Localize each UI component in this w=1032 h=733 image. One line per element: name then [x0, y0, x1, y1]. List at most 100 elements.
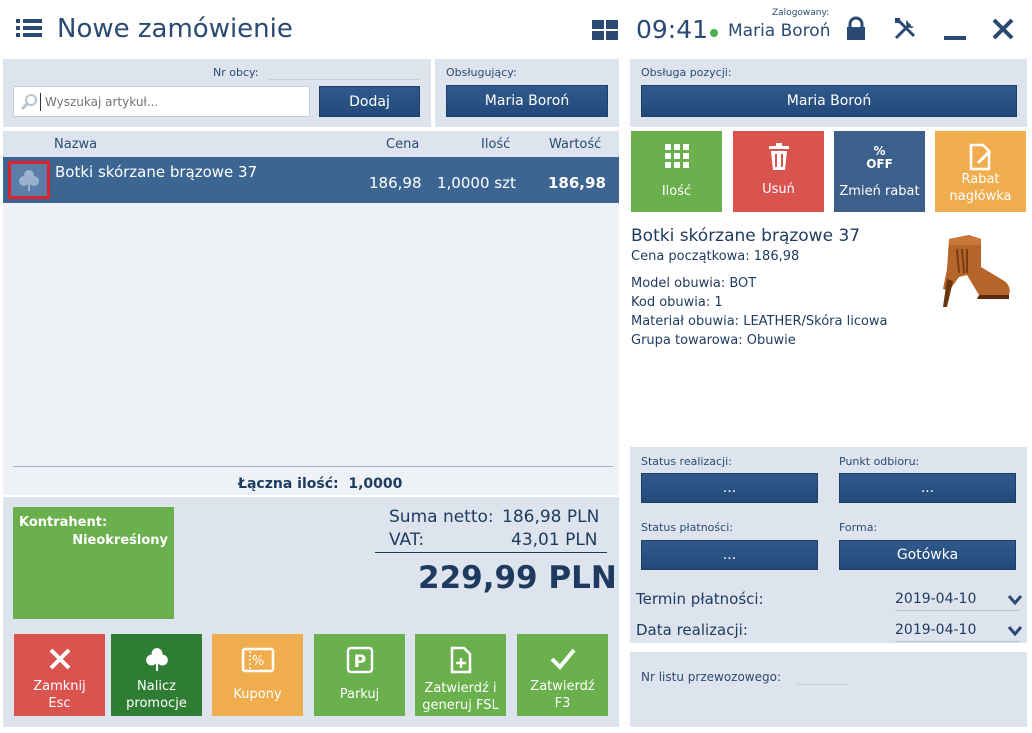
waybill-label: Nr listu przewozowego: [641, 670, 781, 684]
add-button[interactable]: Dodaj [319, 86, 420, 117]
product-title: Botki skórzane brązowe 37 [631, 226, 861, 246]
header-discount-label: Rabat [961, 172, 1000, 187]
divider [13, 466, 613, 467]
obsluga-select[interactable]: Maria Boroń [641, 85, 1017, 117]
confirm-shortcut: F3 [554, 696, 571, 711]
product-group: Grupa towarowa: Obuwie [631, 333, 796, 348]
nr-obcy-label: Nr obcy: [213, 66, 259, 79]
close-order-label: Zamknij [33, 679, 86, 694]
product-start-price: Cena początkowa: 186,98 [631, 249, 800, 264]
trash-icon [768, 143, 789, 170]
tiles-icon[interactable] [592, 20, 618, 40]
obslugujacy-label: Obsługujący: [446, 66, 517, 79]
row-price: 186,98 [369, 174, 422, 192]
parking-icon: P [346, 646, 373, 674]
search-input-box[interactable] [13, 86, 310, 117]
svg-text:%: % [251, 654, 263, 669]
product-material: Materiał obuwia: LEATHER/Skóra licowa [631, 314, 888, 329]
items-body [3, 203, 619, 495]
apply-promotions-label2: promocje [126, 696, 187, 711]
data-realizacji-underline [895, 641, 1020, 642]
waybill-input[interactable] [796, 684, 848, 685]
close-order-button[interactable]: Zamknij Esc [14, 634, 105, 716]
product-code: Kod obuwia: 1 [631, 295, 723, 310]
status-platnosci-select[interactable]: ... [641, 540, 818, 570]
header-discount-button[interactable]: Rabat nagłówka [935, 131, 1026, 212]
row-name: Botki skórzane brązowe 37 [55, 163, 258, 181]
quantity-label: Ilość [661, 184, 692, 199]
search-icon [20, 93, 38, 111]
hamburger-menu-icon[interactable] [16, 18, 42, 38]
obsluga-label: Obsługa pozycji: [641, 66, 732, 79]
product-model: Model obuwia: BOT [631, 276, 757, 291]
confirm-fsl-label2: generuj FSL [422, 698, 499, 713]
check-icon [550, 648, 576, 670]
data-realizacji-label: Data realizacji: [636, 621, 748, 639]
apply-promotions-button[interactable]: Nalicz promocje [111, 634, 202, 716]
confirm-button[interactable]: Zatwierdź F3 [517, 634, 608, 716]
col-header-value[interactable]: Wartość [549, 137, 601, 152]
park-button[interactable]: P Parkuj [314, 634, 405, 716]
park-label: Parkuj [339, 687, 380, 702]
confirm-generate-fsl-button[interactable]: Zatwierdź i generuj FSL [415, 634, 506, 716]
status-realizacji-label: Status realizacji: [641, 455, 732, 468]
total-qty: Łączna ilość: 1,0000 [238, 476, 402, 492]
change-discount-label: Zmień rabat [839, 184, 920, 199]
chevron-down-icon[interactable] [1007, 591, 1023, 610]
coupon-icon: % [241, 647, 274, 673]
nr-obcy-field[interactable] [268, 79, 420, 80]
netto-value: 186,98 PLN [502, 507, 600, 527]
status-realizacji-select[interactable]: ... [641, 473, 818, 503]
waybill-panel [630, 652, 1027, 727]
logged-in-user: Maria Boroń [728, 21, 831, 41]
page-title: Nowe zamówienie [57, 14, 293, 44]
x-icon [49, 648, 70, 670]
kontrahent-value: Nieokreślony [72, 533, 168, 548]
new-document-icon [450, 646, 471, 674]
search-input[interactable] [45, 94, 300, 109]
promo-clover-icon[interactable] [8, 161, 50, 199]
total-qty-label: Łączna ilość: [238, 476, 339, 492]
clover-icon [145, 648, 168, 671]
chevron-down-icon[interactable] [1007, 622, 1023, 641]
vat-label: VAT: [389, 530, 425, 550]
forma-label: Forma: [839, 521, 878, 534]
obslugujacy-select[interactable]: Maria Boroń [446, 85, 608, 117]
termin-value[interactable]: 2019-04-10 [895, 591, 976, 607]
row-qty: 1,0000 szt [437, 174, 516, 192]
header-discount-label2: nagłówka [949, 189, 1012, 204]
apply-promotions-label: Nalicz [137, 679, 176, 694]
total-qty-value: 1,0000 [348, 476, 403, 492]
kontrahent-label: Kontrahent: [19, 515, 108, 530]
online-status-icon [710, 29, 718, 37]
col-header-qty[interactable]: Ilość [481, 137, 510, 152]
delete-label: Usuń [762, 182, 795, 197]
confirm-label: Zatwierdź [530, 679, 595, 694]
vat-value: 43,01 PLN [511, 530, 598, 550]
forma-select[interactable]: Gotówka [839, 540, 1016, 570]
termin-underline [895, 610, 1020, 611]
col-header-name[interactable]: Nazwa [54, 137, 97, 152]
svg-text:P: P [353, 652, 365, 672]
netto-label: Suma netto: [389, 507, 494, 527]
close-icon[interactable] [990, 16, 1016, 42]
change-discount-button[interactable]: % OFF Zmień rabat [834, 131, 925, 212]
logged-in-label: Zalogowany: [772, 8, 830, 18]
grid-icon [664, 144, 689, 168]
grand-total: 229,99 PLN [418, 560, 617, 596]
punkt-odbioru-label: Punkt odbioru: [839, 455, 920, 468]
col-header-price[interactable]: Cena [386, 137, 419, 152]
termin-label: Termin płatności: [636, 590, 764, 608]
quantity-button[interactable]: Ilość [631, 131, 722, 212]
kontrahent-tile[interactable]: Kontrahent: Nieokreślony [13, 507, 174, 619]
minimize-icon[interactable] [942, 16, 968, 42]
coupons-button[interactable]: % Kupony [212, 634, 303, 716]
total-divider [375, 552, 607, 553]
coupons-label: Kupony [233, 687, 282, 702]
data-realizacji-value[interactable]: 2019-04-10 [895, 622, 976, 638]
punkt-odbioru-select[interactable]: ... [839, 473, 1016, 503]
delete-button[interactable]: Usuń [733, 131, 824, 212]
lock-icon[interactable] [843, 16, 869, 42]
tools-icon[interactable] [892, 16, 918, 42]
confirm-fsl-label: Zatwierdź i [424, 681, 497, 696]
